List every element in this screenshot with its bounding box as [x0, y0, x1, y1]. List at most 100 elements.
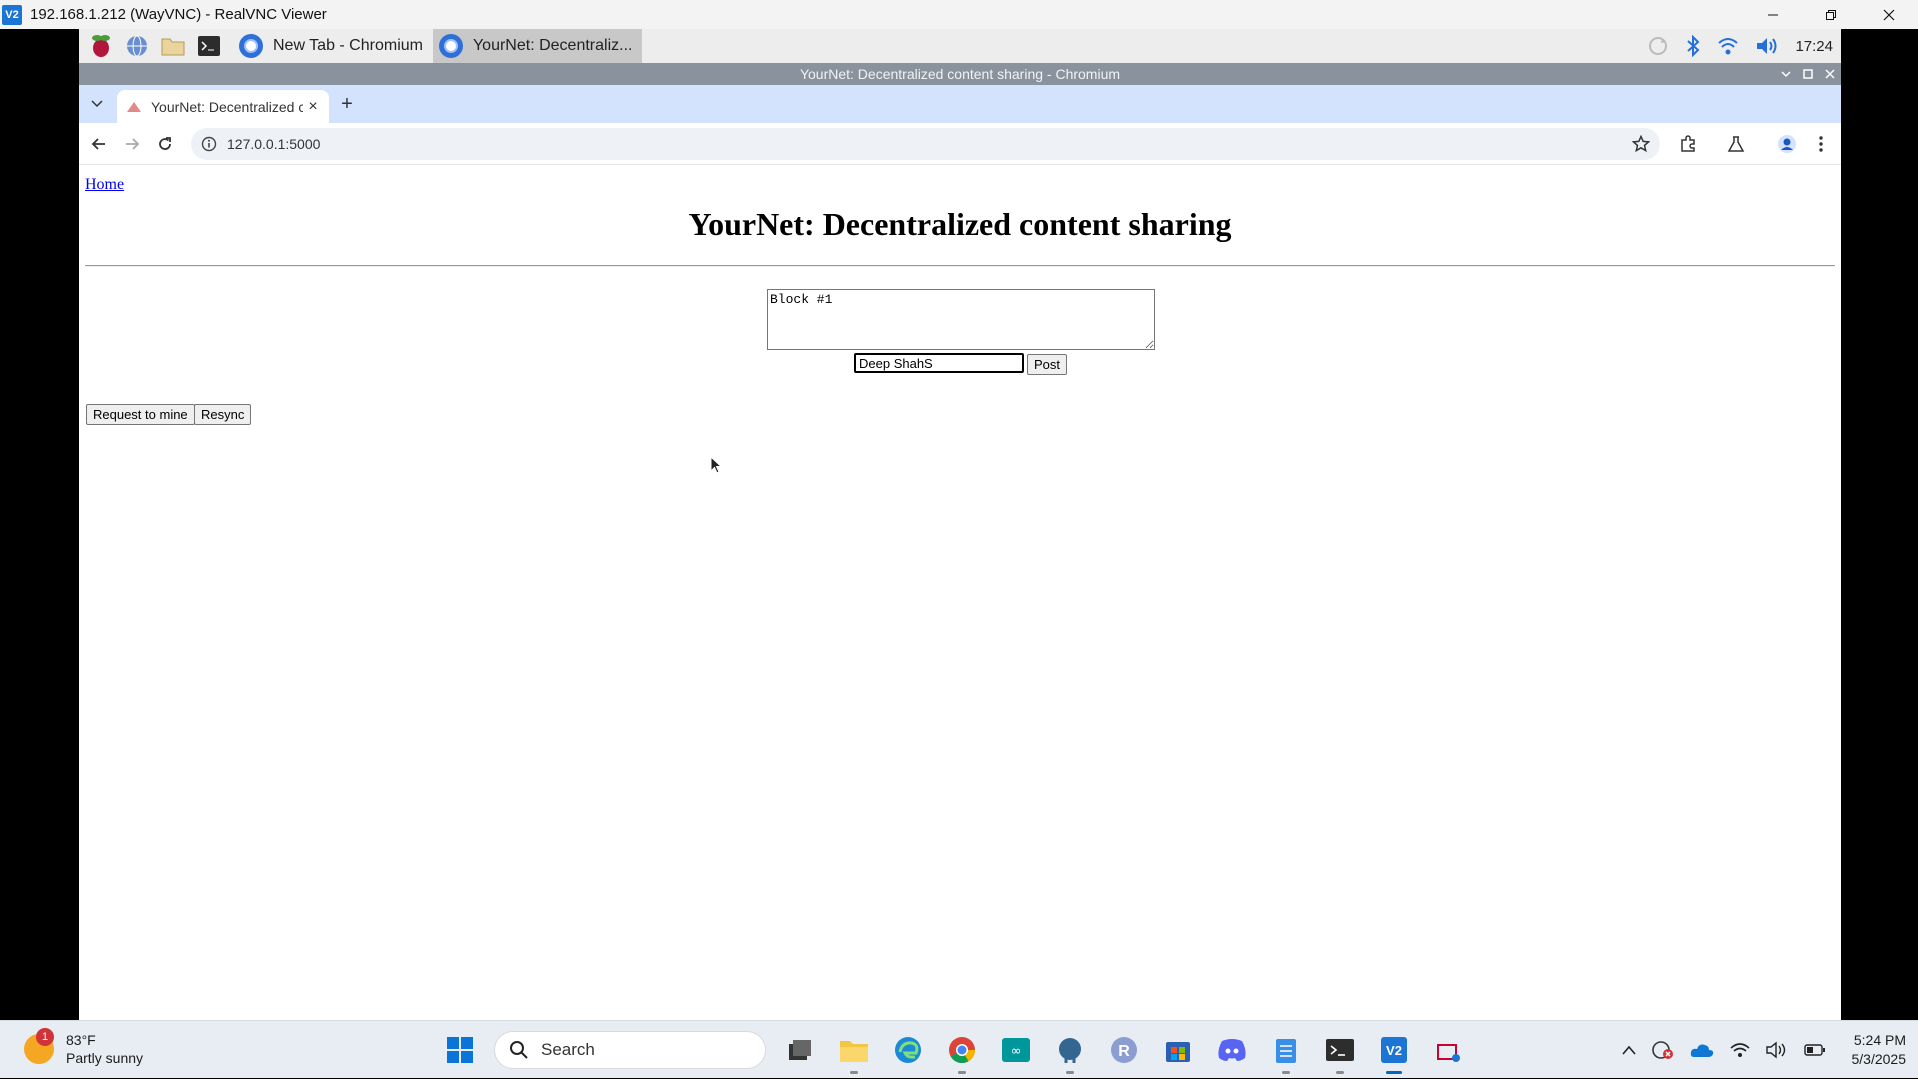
file-manager-folder-icon[interactable]: [159, 32, 187, 60]
taskbar-item-yournet[interactable]: YourNet: Decentraliz...: [432, 29, 643, 63]
forward-button[interactable]: [121, 133, 143, 155]
wifi-icon[interactable]: [1717, 36, 1739, 56]
profile-button[interactable]: [1776, 133, 1798, 155]
chevron-down-icon[interactable]: [1781, 70, 1791, 78]
content-textarea[interactable]: Block #1: [767, 289, 1155, 350]
realvnc-viewer-icon[interactable]: V2: [1374, 1030, 1414, 1074]
chromium-window-titlebar: YourNet: Decentralized content sharing -…: [79, 63, 1841, 85]
pi-clock: 17:24: [1795, 37, 1833, 55]
labs-button[interactable]: [1725, 133, 1747, 155]
restore-button[interactable]: [1802, 0, 1860, 29]
tab-close-icon[interactable]: ×: [303, 97, 323, 117]
file-explorer-icon[interactable]: [834, 1030, 874, 1074]
chromium-icon: [438, 34, 463, 58]
svg-text:∞: ∞: [1011, 1044, 1022, 1059]
close-window-button[interactable]: [1860, 0, 1918, 29]
vnc-window-title: 192.168.1.212 (WayVNC) - RealVNC Viewer: [30, 6, 327, 23]
url-input[interactable]: [227, 136, 827, 152]
divider: [85, 265, 1835, 267]
pi-top-panel: New Tab - Chromium YourNet: Decentraliz.…: [79, 29, 1841, 63]
system-clock[interactable]: 5:24 PM 5/3/2025: [1852, 1031, 1907, 1069]
maximize-icon[interactable]: [1803, 69, 1813, 79]
chromium-window-title: YourNet: Decentralized content sharing -…: [799, 66, 1121, 82]
author-input[interactable]: [854, 353, 1024, 373]
close-icon[interactable]: [1825, 69, 1835, 79]
windows-logo-icon: [447, 1037, 473, 1063]
weather-widget[interactable]: 1 83°F Partly sunny: [24, 1028, 144, 1067]
reload-button[interactable]: [154, 133, 176, 155]
chromium-tabstrip: YourNet: Decentralized c × +: [79, 85, 1841, 123]
resync-button[interactable]: Resync: [194, 404, 252, 425]
new-tab-button[interactable]: +: [337, 93, 357, 115]
terminal-icon[interactable]: [195, 32, 223, 60]
chromium-icon: [239, 34, 263, 58]
search-icon: [510, 1041, 528, 1059]
info-icon[interactable]: [201, 136, 217, 152]
microsoft-store-icon[interactable]: [1158, 1030, 1198, 1070]
svg-text:R: R: [1118, 1043, 1130, 1060]
sync-icon[interactable]: [1647, 35, 1669, 57]
weather-description: Partly sunny: [66, 1050, 144, 1066]
vnc-window-titlebar: V2 192.168.1.212 (WayVNC) - RealVNC View…: [0, 0, 1918, 29]
address-bar[interactable]: [191, 128, 1660, 160]
arduino-icon[interactable]: ∞: [996, 1030, 1036, 1070]
notepad-icon[interactable]: [1266, 1030, 1306, 1074]
svg-text:V2: V2: [1386, 1043, 1402, 1058]
web-browser-globe-icon[interactable]: [123, 32, 151, 60]
snipping-tool-icon[interactable]: [1428, 1030, 1468, 1070]
task-view-icon[interactable]: [780, 1030, 820, 1070]
chevron-down-icon: [91, 100, 103, 108]
task-label: New Tab - Chromium: [273, 37, 423, 54]
request-to-mine-button[interactable]: Request to mine: [86, 404, 195, 425]
taskbar-search-box[interactable]: Search: [494, 1031, 766, 1069]
raspberry-menu-icon[interactable]: [87, 32, 115, 60]
discord-icon[interactable]: [1212, 1030, 1252, 1070]
remote-desktop: New Tab - Chromium YourNet: Decentraliz.…: [79, 29, 1841, 1020]
back-button[interactable]: [88, 133, 110, 155]
page-title: YourNet: Decentralized content sharing: [688, 206, 1232, 242]
reload-icon: [159, 137, 171, 150]
home-link[interactable]: Home: [85, 176, 124, 194]
security-alert-icon[interactable]: [1651, 1040, 1674, 1060]
tab-search-button[interactable]: [87, 94, 107, 114]
weather-temperature: 83°F: [66, 1032, 96, 1048]
search-label: Search: [541, 1040, 595, 1059]
r-app-icon[interactable]: R: [1104, 1030, 1144, 1070]
web-page: Home YourNet: Decentralized content shar…: [79, 166, 1841, 1020]
postgresql-elephant-icon[interactable]: [1050, 1030, 1090, 1074]
chromium-toolbar: [79, 123, 1841, 165]
minimize-button[interactable]: [1744, 0, 1802, 29]
tab-title: YourNet: Decentralized c: [151, 98, 303, 115]
realvnc-logo-icon: V2: [2, 4, 22, 25]
volume-icon[interactable]: [1755, 36, 1779, 56]
arrow-right-icon: [126, 138, 140, 150]
chevron-up-icon[interactable]: [1621, 1045, 1636, 1055]
kebab-menu-icon: [1819, 136, 1823, 152]
bookmark-star-icon[interactable]: [1632, 135, 1650, 153]
puzzle-icon: [1681, 135, 1695, 152]
arrow-left-icon: [91, 138, 105, 150]
post-button[interactable]: Post: [1027, 354, 1068, 375]
taskbar-item-new-tab[interactable]: New Tab - Chromium: [233, 29, 433, 63]
avatar-icon: [1778, 135, 1796, 153]
chrome-icon[interactable]: [942, 1030, 982, 1074]
speaker-icon[interactable]: [1765, 1041, 1788, 1059]
edge-icon[interactable]: [888, 1030, 928, 1070]
notification-badge: 1: [36, 1028, 54, 1046]
onedrive-cloud-icon[interactable]: [1690, 1042, 1714, 1058]
clock-time: 5:24 PM: [1853, 1032, 1906, 1048]
mouse-cursor-icon: [710, 456, 722, 474]
terminal-app-icon[interactable]: [1320, 1030, 1360, 1074]
task-label: YourNet: Decentraliz...: [472, 37, 633, 54]
weather-sun-icon: 1: [24, 1028, 54, 1064]
menu-button[interactable]: [1810, 133, 1832, 155]
battery-icon[interactable]: [1803, 1043, 1826, 1057]
flask-icon: [1727, 136, 1745, 152]
start-button[interactable]: [440, 1030, 480, 1070]
bluetooth-icon[interactable]: [1685, 35, 1701, 57]
clock-date: 5/3/2025: [1851, 1051, 1907, 1067]
favicon-icon: [127, 101, 141, 112]
extensions-button[interactable]: [1677, 133, 1699, 155]
tab-yournet[interactable]: YourNet: Decentralized c ×: [117, 90, 329, 123]
network-wifi-icon[interactable]: [1729, 1042, 1750, 1058]
